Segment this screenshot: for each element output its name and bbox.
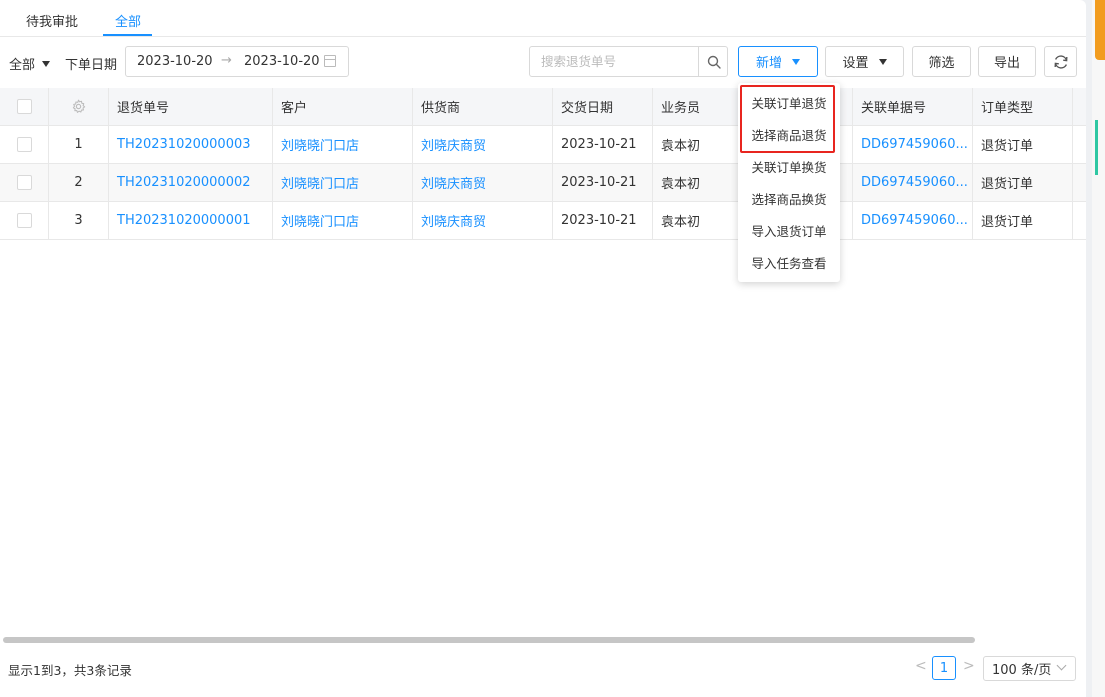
page-1-button[interactable]: 1 [932, 656, 956, 680]
supplier-link[interactable]: 刘晓庆商贸 [413, 202, 553, 239]
settings-button[interactable]: 设置 [825, 46, 904, 77]
customer-link[interactable]: 刘晓晓门口店 [273, 164, 413, 201]
prev-page-button[interactable]: < [915, 658, 927, 674]
search-button[interactable] [698, 47, 728, 76]
record-summary: 显示1到3，共3条记录 [8, 663, 132, 678]
tab-bar: 待我审批 全部 [0, 0, 1086, 37]
export-button-label: 导出 [993, 56, 1020, 71]
date-filter-label: 下单日期 [65, 58, 118, 73]
scope-select[interactable]: 全部 [9, 54, 51, 73]
order-type: 退货订单 [973, 126, 1073, 163]
side-tab-indicator[interactable] [1095, 0, 1105, 60]
menu-item-import-return-orders[interactable]: 导入退货订单 [738, 214, 840, 246]
header-cell: 交货日期 [553, 88, 653, 125]
page-size-select[interactable]: 100 条/页 [983, 656, 1076, 681]
table-scrollbar-thumb[interactable] [3, 637, 975, 643]
header-settings-cell [49, 88, 109, 125]
date-start[interactable]: 2023-10-20 [137, 54, 213, 69]
next-page-button[interactable]: > [963, 658, 975, 674]
page-scrollbar-thumb[interactable] [1095, 120, 1098, 175]
calendar-icon [324, 55, 336, 67]
menu-item-link-order-exchange[interactable]: 关联订单换货 [738, 150, 840, 182]
menu-item-view-import-tasks[interactable]: 导入任务查看 [738, 246, 840, 278]
row-index: 1 [49, 126, 109, 163]
order-type: 退货订单 [973, 202, 1073, 239]
filter-button[interactable]: 筛选 [912, 46, 971, 77]
add-button[interactable]: 新增 [738, 46, 818, 77]
delivery-date: 2023-10-21 [553, 202, 653, 239]
caret-down-icon [878, 58, 887, 65]
header-cell: 订单类型 [973, 88, 1073, 125]
order-type: 退货订单 [973, 164, 1073, 201]
delivery-date: 2023-10-21 [553, 164, 653, 201]
header-select-cell [0, 88, 49, 125]
customer-link[interactable]: 刘晓晓门口店 [273, 202, 413, 239]
table-row[interactable]: 3 TH20231020000001 刘晓晓门口店 刘晓庆商贸 2023-10-… [0, 202, 1086, 240]
caret-down-icon [42, 60, 51, 67]
search-box [529, 46, 728, 77]
table-row[interactable]: 1 TH20231020000003 刘晓晓门口店 刘晓庆商贸 2023-10-… [0, 126, 1086, 164]
add-button-label: 新增 [755, 56, 782, 71]
export-button[interactable]: 导出 [978, 46, 1036, 77]
table-header-row: 退货单号 客户 供货商 交货日期 业务员 关联单据号 订单类型 [0, 88, 1086, 126]
order-no-link[interactable]: TH20231020000001 [109, 202, 273, 239]
header-cell: 客户 [273, 88, 413, 125]
related-no-link[interactable]: DD697459060... [853, 164, 973, 201]
tab-all[interactable]: 全部 [115, 11, 141, 30]
chevron-down-icon [1056, 660, 1067, 671]
row-checkbox[interactable] [16, 175, 32, 190]
related-no-link[interactable]: DD697459060... [853, 202, 973, 239]
related-no-link[interactable]: DD697459060... [853, 126, 973, 163]
order-no-link[interactable]: TH20231020000002 [109, 164, 273, 201]
header-cell: 关联单据号 [853, 88, 973, 125]
row-checkbox[interactable] [16, 213, 32, 228]
row-select-cell [0, 164, 49, 201]
search-icon [707, 55, 721, 69]
menu-item-select-goods-return[interactable]: 选择商品退货 [738, 118, 840, 150]
header-cell: 退货单号 [109, 88, 273, 125]
row-select-cell [0, 202, 49, 239]
search-input[interactable] [530, 47, 698, 76]
page-size-label: 100 条/页 [992, 663, 1052, 678]
row-index: 2 [49, 164, 109, 201]
menu-item-select-goods-exchange[interactable]: 选择商品换货 [738, 182, 840, 214]
menu-item-link-order-return[interactable]: 关联订单退货 [738, 86, 840, 118]
settings-button-label: 设置 [842, 56, 869, 71]
page-scrollbar-track[interactable] [1092, 0, 1105, 697]
caret-down-icon [792, 58, 800, 65]
date-end[interactable]: 2023-10-20 [244, 54, 320, 69]
date-range-picker[interactable]: 2023-10-20 → 2023-10-20 [125, 46, 349, 77]
order-no-link[interactable]: TH20231020000003 [109, 126, 273, 163]
row-index: 3 [49, 202, 109, 239]
supplier-link[interactable]: 刘晓庆商贸 [413, 164, 553, 201]
refresh-icon [1054, 54, 1067, 69]
arrow-right-icon: → [221, 53, 232, 68]
header-cell: 供货商 [413, 88, 553, 125]
filter-button-label: 筛选 [928, 56, 955, 71]
select-all-checkbox[interactable] [16, 99, 32, 114]
row-select-cell [0, 126, 49, 163]
main-panel: 待我审批 全部 全部 下单日期 2023-10-20 → 2023-10-20 … [0, 0, 1086, 697]
add-dropdown-menu: 关联订单退货 选择商品退货 关联订单换货 选择商品换货 导入退货订单 导入任务查… [738, 83, 840, 282]
active-tab-indicator [103, 34, 152, 36]
gear-icon[interactable] [71, 99, 86, 114]
customer-link[interactable]: 刘晓晓门口店 [273, 126, 413, 163]
row-checkbox[interactable] [16, 137, 32, 152]
delivery-date: 2023-10-21 [553, 126, 653, 163]
tab-pending-approval[interactable]: 待我审批 [26, 11, 78, 30]
scope-select-label: 全部 [9, 58, 36, 73]
refresh-button[interactable] [1044, 46, 1077, 77]
supplier-link[interactable]: 刘晓庆商贸 [413, 126, 553, 163]
table-row[interactable]: 2 TH20231020000002 刘晓晓门口店 刘晓庆商贸 2023-10-… [0, 164, 1086, 202]
